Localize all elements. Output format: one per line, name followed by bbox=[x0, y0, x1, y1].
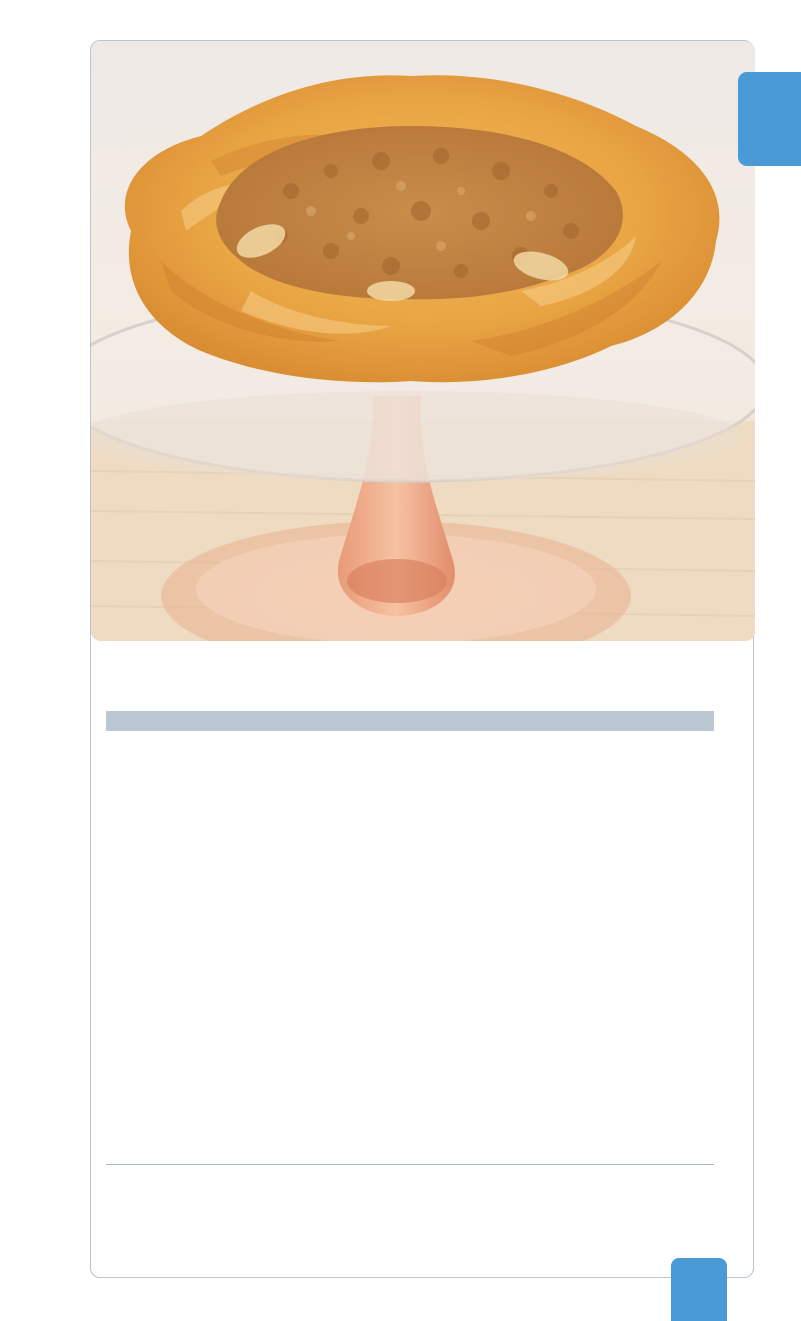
chapter-tab[interactable] bbox=[738, 72, 801, 166]
galette-photo-illustration bbox=[91, 41, 755, 641]
footer-divider bbox=[106, 1164, 714, 1165]
page bbox=[0, 0, 801, 1321]
section-heading-bar bbox=[106, 711, 714, 731]
galette-photo bbox=[91, 41, 755, 641]
page-number-tab bbox=[671, 1258, 727, 1321]
